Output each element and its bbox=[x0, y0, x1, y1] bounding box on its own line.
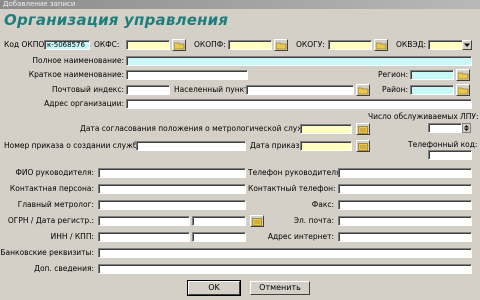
folder-open-icon bbox=[376, 42, 387, 50]
contact-person-label: Контактная персона: bbox=[9, 184, 94, 193]
head-name-field[interactable] bbox=[98, 168, 246, 178]
website-field[interactable] bbox=[338, 232, 472, 242]
website-label: Адрес интернет: bbox=[267, 232, 334, 241]
order-date-label: Дата приказа: bbox=[250, 141, 307, 150]
calendar-icon bbox=[358, 126, 368, 134]
order-date-picker-button[interactable] bbox=[356, 140, 370, 152]
phone-code-field[interactable] bbox=[428, 150, 472, 160]
okfs-field[interactable] bbox=[126, 40, 170, 50]
kpp-field[interactable] bbox=[192, 232, 246, 242]
extra-info-label: Доп. сведения: bbox=[34, 264, 94, 273]
okopf-label: ОКОПФ: bbox=[194, 40, 226, 49]
registration-date-field[interactable] bbox=[192, 216, 246, 226]
title-bar: Добавление записи bbox=[0, 0, 480, 9]
folder-open-icon bbox=[276, 42, 287, 50]
contact-phone-field[interactable] bbox=[338, 184, 472, 194]
lpu-count-field[interactable] bbox=[428, 123, 462, 133]
okved-dropdown-button[interactable] bbox=[462, 40, 472, 50]
okogu-label: ОКОГУ: bbox=[296, 40, 325, 49]
cancel-button[interactable]: Отменить bbox=[250, 281, 310, 295]
head-phone-label: Телефон руководителя: bbox=[248, 168, 344, 177]
email-label: Эл. почта: bbox=[293, 216, 334, 225]
window-title: Добавление записи bbox=[3, 0, 76, 8]
approval-date-picker-button[interactable] bbox=[356, 123, 370, 135]
chief-metrologist-field[interactable] bbox=[98, 200, 246, 210]
bank-field[interactable] bbox=[98, 248, 472, 258]
short-name-label: Краткое наименование: bbox=[28, 70, 124, 79]
ogrn-label: ОГРН / Дата регистр.: bbox=[7, 216, 94, 225]
district-field[interactable] bbox=[410, 85, 454, 95]
okogu-lookup-button[interactable] bbox=[374, 39, 388, 51]
postal-index-label: Почтовый индекс: bbox=[52, 85, 124, 94]
locality-label: Населенный пункт: bbox=[174, 85, 252, 94]
extra-info-field[interactable] bbox=[98, 264, 472, 274]
region-field[interactable] bbox=[410, 70, 454, 80]
full-name-field[interactable] bbox=[126, 56, 472, 66]
okved-label: ОКВЭД: bbox=[396, 40, 426, 49]
lpu-count-label: Число обслуживаемых ЛПУ: bbox=[368, 112, 479, 121]
lpu-count-spinner[interactable] bbox=[462, 123, 471, 133]
short-name-field[interactable] bbox=[126, 70, 248, 80]
folder-open-icon bbox=[174, 42, 185, 50]
folder-open-icon bbox=[458, 87, 469, 95]
approval-date-label: Дата согласования положения о метрологич… bbox=[80, 124, 316, 133]
okopf-lookup-button[interactable] bbox=[274, 39, 288, 51]
form-heading: Организация управления bbox=[4, 11, 229, 29]
contact-person-field[interactable] bbox=[98, 184, 246, 194]
phone-code-label: Телефонный код: bbox=[408, 140, 478, 149]
folder-open-icon bbox=[458, 72, 469, 80]
order-date-field[interactable] bbox=[300, 141, 352, 151]
ok-button[interactable]: OK bbox=[187, 280, 241, 296]
locality-field[interactable] bbox=[246, 85, 354, 95]
full-name-label: Полное наименование: bbox=[32, 56, 124, 65]
chevron-down-icon bbox=[464, 43, 470, 47]
contact-phone-label: Контактный телефон: bbox=[248, 184, 336, 193]
okfs-label: ОКФС: bbox=[94, 40, 120, 49]
inn-field[interactable] bbox=[98, 232, 190, 242]
address-label: Адрес организации: bbox=[44, 99, 124, 108]
order-number-label: Номер приказа о создании службы: bbox=[4, 141, 146, 150]
okopf-field[interactable] bbox=[228, 40, 272, 50]
head-phone-field[interactable] bbox=[338, 168, 472, 178]
district-lookup-button[interactable] bbox=[456, 84, 470, 96]
okpo-label: Код ОКПО: bbox=[4, 40, 47, 49]
approval-date-field[interactable] bbox=[300, 124, 352, 134]
postal-index-field[interactable] bbox=[126, 85, 170, 95]
chief-metrologist-label: Главный метролог: bbox=[17, 200, 94, 209]
ogrn-field[interactable] bbox=[98, 216, 190, 226]
address-field[interactable] bbox=[126, 99, 472, 109]
inn-kpp-label: ИНН / КПП: bbox=[50, 232, 94, 241]
head-name-label: ФИО руководителя: bbox=[15, 168, 94, 177]
spin-arrows-icon bbox=[464, 125, 469, 131]
fax-field[interactable] bbox=[338, 200, 472, 210]
region-lookup-button[interactable] bbox=[456, 69, 470, 81]
order-number-field[interactable] bbox=[136, 141, 246, 151]
okpo-field[interactable]: к-5068576 bbox=[44, 40, 90, 50]
okfs-lookup-button[interactable] bbox=[172, 39, 186, 51]
fax-label: Факс: bbox=[311, 200, 334, 209]
okogu-field[interactable] bbox=[328, 40, 372, 50]
bank-label: Банковские реквизиты: bbox=[0, 248, 94, 257]
district-label: Район: bbox=[381, 85, 408, 94]
region-label: Регион: bbox=[378, 70, 408, 79]
email-field[interactable] bbox=[338, 216, 472, 226]
calendar-icon bbox=[358, 143, 368, 151]
